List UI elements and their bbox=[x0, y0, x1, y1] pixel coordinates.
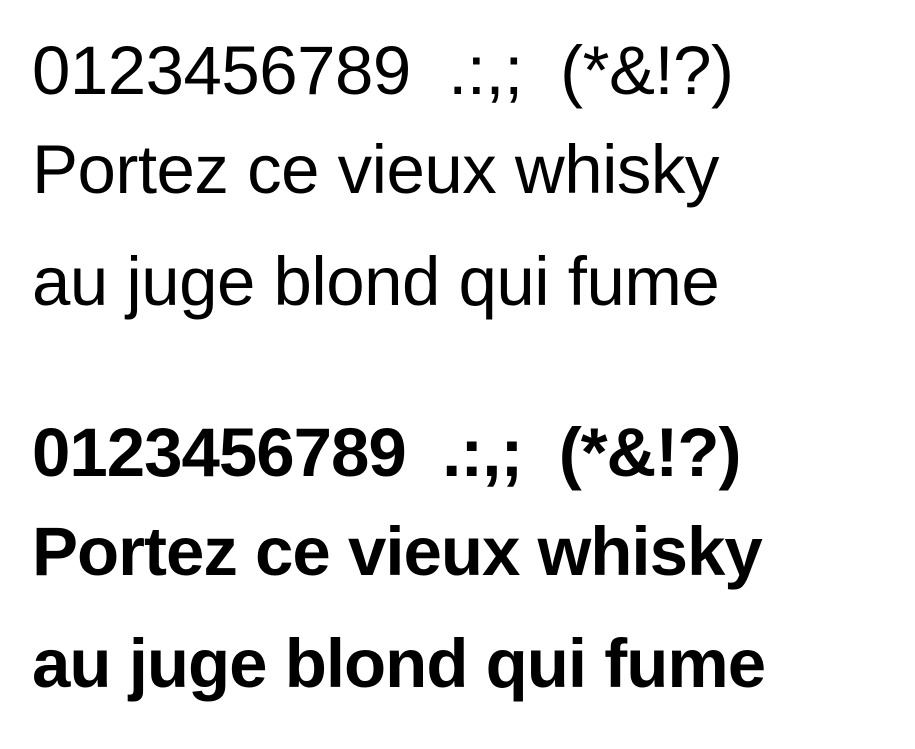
bold-weight-sample: 0123456789 .:,; (*&!?) Portez ce vieux w… bbox=[32, 410, 902, 720]
regular-pangram-line-1: Portez ce vieux whisky bbox=[32, 131, 719, 208]
bold-glyph-line: 0123456789 .:,; (*&!?) bbox=[32, 414, 742, 491]
regular-glyph-line: 0123456789 .:,; (*&!?) bbox=[32, 32, 734, 109]
regular-pangram-line-2: au juge blond qui fume bbox=[32, 243, 720, 320]
bold-pangram-line-2: au juge blond qui fume bbox=[32, 625, 766, 702]
bold-pangram-line-1: Portez ce vieux whisky bbox=[32, 513, 763, 590]
font-specimen: 0123456789 .:,; (*&!?) Portez ce vieux w… bbox=[0, 0, 915, 749]
regular-weight-sample: 0123456789 .:,; (*&!?) Portez ce vieux w… bbox=[32, 28, 902, 338]
